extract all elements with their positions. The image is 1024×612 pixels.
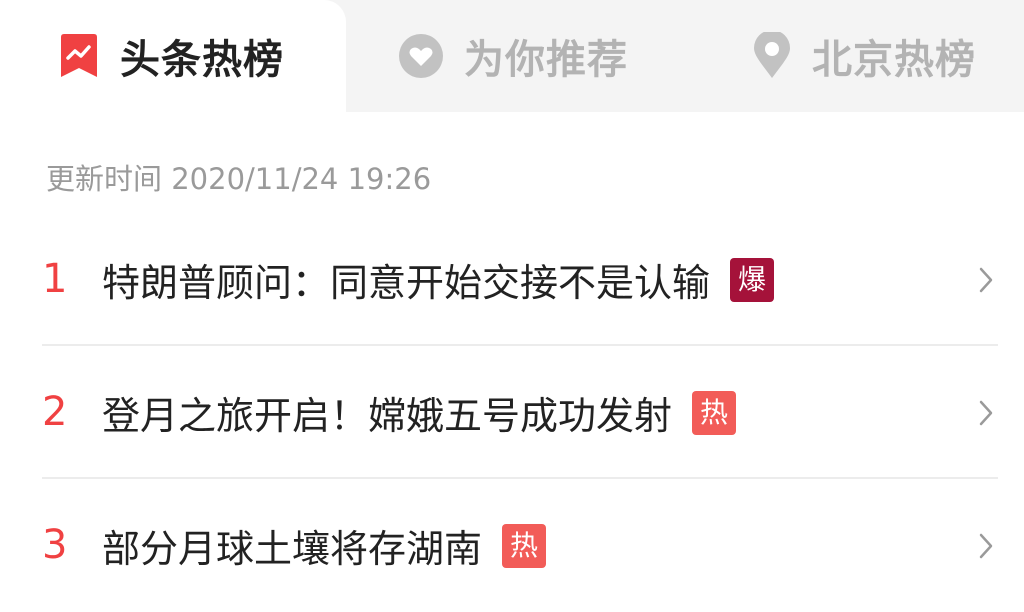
update-time: 更新时间 2020/11/24 19:26 [46,162,432,196]
tab-label: 为你推荐 [464,37,628,83]
tab-bar: 头条热榜 为你推荐 北京热榜 [0,0,1024,112]
rank-number: 3 [42,522,68,568]
tab-label: 头条热榜 [120,37,284,83]
explosive-badge: 爆 [730,257,775,302]
headline-title: 登月之旅开启！嫦娥五号成功发射 热 [102,346,737,479]
trending-chart-icon [58,33,100,79]
headline-text: 特朗普顾问：同意开始交接不是认输 [102,261,711,305]
rank-number: 1 [42,256,68,302]
headline-title: 特朗普顾问：同意开始交接不是认输 爆 [102,213,775,346]
chevron-right-icon [974,346,998,479]
rank-number: 2 [42,389,68,435]
tab-headline-hot[interactable]: 头条热榜 [0,0,346,112]
hot-badge: 热 [502,523,547,568]
heart-icon [398,33,444,79]
list-item[interactable]: 3 部分月球土壤将存湖南 热 [42,479,998,612]
headline-text: 部分月球土壤将存湖南 [102,527,483,571]
tab-recommended[interactable]: 为你推荐 [398,0,628,112]
chevron-right-icon [974,213,998,346]
list-item[interactable]: 2 登月之旅开启！嫦娥五号成功发射 热 [42,346,998,479]
tab-label: 北京热榜 [812,37,976,83]
hot-badge: 热 [692,390,737,435]
tab-beijing-hot[interactable]: 北京热榜 [752,0,976,112]
location-pin-icon [752,32,792,80]
list-item[interactable]: 1 特朗普顾问：同意开始交接不是认输 爆 [42,213,998,346]
chevron-right-icon [974,479,998,612]
headline-text: 登月之旅开启！嫦娥五号成功发射 [102,394,673,438]
headline-title: 部分月球土壤将存湖南 热 [102,479,547,612]
